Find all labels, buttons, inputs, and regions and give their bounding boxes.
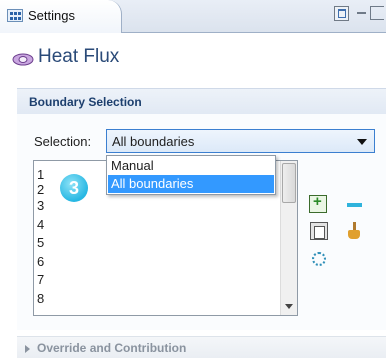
remove-from-selection-icon[interactable] (347, 203, 362, 207)
scroll-thumb[interactable] (282, 163, 296, 203)
tab-settings[interactable]: Settings (0, 0, 122, 33)
chevron-right-icon[interactable] (25, 345, 30, 353)
list-item[interactable]: 3 (37, 198, 44, 213)
list-item[interactable]: 4 (37, 217, 44, 232)
scroll-down-icon[interactable] (285, 304, 293, 309)
tab-label: Settings (28, 8, 75, 23)
add-to-selection-icon[interactable] (309, 193, 327, 213)
list-item[interactable]: 6 (37, 254, 44, 269)
selection-dropdown: Manual All boundaries (106, 155, 276, 195)
selection-value: All boundaries (112, 134, 195, 149)
heat-flux-icon (12, 53, 34, 66)
selection-label: Selection: (34, 134, 92, 149)
selection-combobox[interactable]: All boundaries (106, 129, 375, 153)
list-item[interactable]: 5 (37, 235, 44, 250)
settings-grid-icon (7, 9, 23, 22)
boundary-selection-header[interactable]: Boundary Selection (17, 88, 386, 114)
minimize-icon[interactable] (354, 6, 369, 21)
zoom-to-selection-icon[interactable] (309, 249, 327, 267)
list-item[interactable]: 7 (37, 272, 44, 287)
paste-selection-icon[interactable] (310, 222, 328, 240)
chevron-down-icon[interactable] (357, 139, 367, 145)
title-row: Heat Flux (0, 36, 386, 82)
selection-count-badge: 3 (60, 174, 88, 202)
section-title: Boundary Selection (29, 95, 142, 109)
section-title: Override and Contribution (37, 341, 187, 355)
restore-icon[interactable] (370, 6, 384, 20)
maximize-icon[interactable] (334, 6, 349, 21)
clear-selection-icon[interactable] (345, 222, 363, 240)
list-item[interactable]: 1 (37, 167, 44, 182)
tab-strip: Settings (0, 0, 386, 33)
option-all-boundaries[interactable]: All boundaries (108, 175, 274, 193)
list-scrollbar[interactable] (280, 161, 297, 315)
list-item[interactable]: 2 (37, 182, 44, 197)
page-title: Heat Flux (38, 46, 120, 67)
override-contribution-section[interactable]: Override and Contribution (17, 336, 386, 358)
list-item[interactable]: 8 (37, 291, 44, 306)
option-manual[interactable]: Manual (108, 157, 274, 175)
